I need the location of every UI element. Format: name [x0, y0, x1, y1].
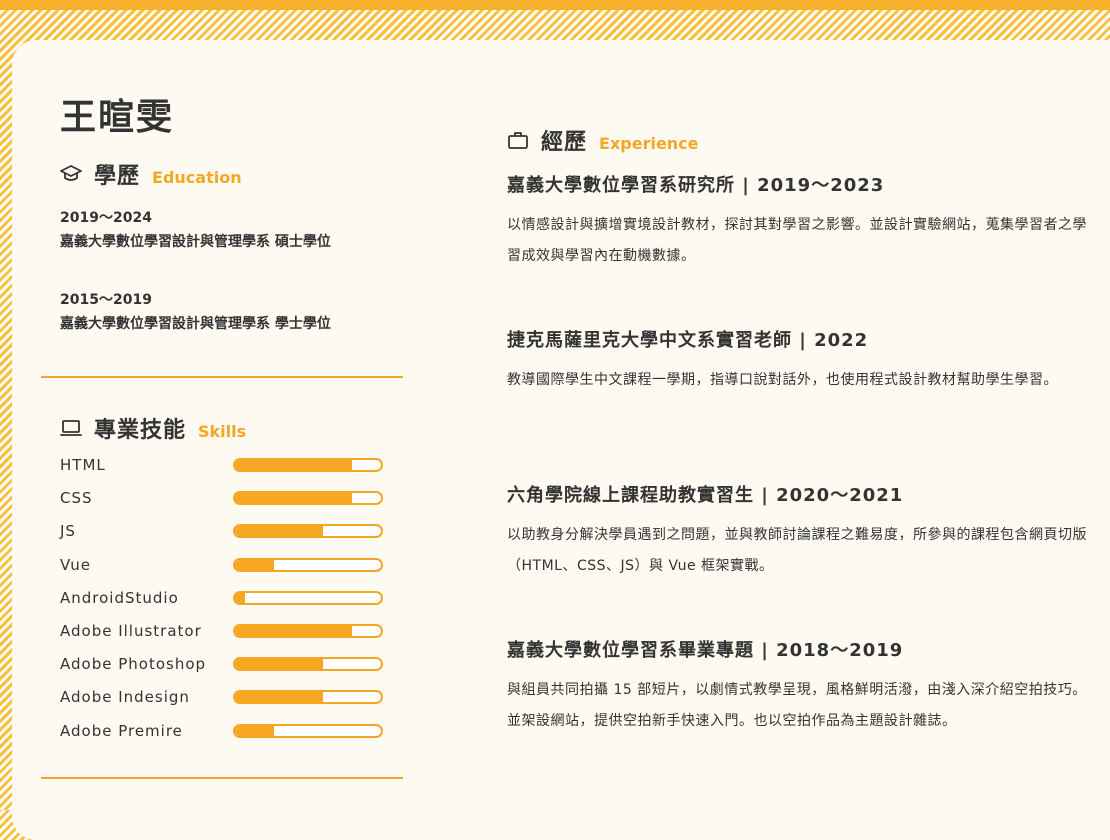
skill-row: Adobe Indesign	[60, 686, 390, 719]
experience-description: 以助教身分解決學員遇到之問題，並與教師討論課程之難易度，所參與的課程包含網頁切版…	[507, 527, 1087, 574]
skill-name: Adobe Indesign	[60, 688, 190, 707]
skill-bar-fill	[235, 725, 275, 736]
graduation-cap-icon	[60, 164, 82, 184]
skill-row: Vue	[60, 554, 390, 587]
skill-bar-fill	[235, 692, 323, 703]
skill-row: Adobe Illustrator	[60, 620, 390, 653]
education-years: 2019～2024	[60, 210, 152, 226]
laptop-icon	[60, 418, 82, 438]
experience-subtitle: Experience	[599, 133, 699, 153]
skill-name: Adobe Illustrator	[60, 621, 202, 640]
skill-bar-fill	[235, 526, 323, 537]
skill-row: Adobe Photoshop	[60, 653, 390, 686]
skill-bar-fill	[235, 460, 352, 470]
experience-item: 嘉義大學數位學習系畢業專題 | 2018～2019 與組員共同拍攝 15 部短片…	[507, 637, 1087, 792]
education-school: 嘉義大學數位學習設計與管理學系 學士學位	[60, 316, 331, 332]
skill-bar	[233, 524, 383, 539]
skill-bar-fill	[235, 592, 246, 603]
education-heading: 學歷 Education	[60, 158, 242, 190]
experience-item: 嘉義大學數位學習系研究所 | 2019～2023 以情感設計與擴增實境設計教材，…	[507, 172, 1087, 327]
skill-bar-fill	[235, 493, 352, 504]
experience-title-line: 六角學院線上課程助教實習生 | 2020～2021	[507, 485, 904, 506]
skill-name: HTML	[60, 456, 106, 474]
skill-name: AndroidStudio	[60, 588, 179, 607]
skill-bar	[233, 557, 383, 572]
skill-bar	[233, 690, 383, 705]
education-item: 2015～2019 嘉義大學數位學習設計與管理學系 學士學位	[60, 288, 420, 336]
skill-bar	[233, 491, 383, 506]
education-title: 學歷	[94, 164, 141, 189]
skill-bar-fill	[235, 625, 352, 636]
skills-heading: 專業技能 Skills	[60, 412, 246, 444]
top-accent-bar	[0, 0, 1110, 10]
experience-description: 以情感設計與擴增實境設計教材，探討其對學習之影響。並設計實驗網站，蒐集學習者之學…	[507, 217, 1087, 264]
briefcase-icon	[507, 130, 529, 150]
skill-row: Adobe Premire	[60, 720, 390, 753]
experience-list: 嘉義大學數位學習系研究所 | 2019～2023 以情感設計與擴增實境設計教材，…	[507, 172, 1087, 792]
skills-divider	[41, 777, 403, 779]
experience-heading: 經歷 Experience	[507, 124, 699, 156]
experience-title-line: 捷克馬薩里克大學中文系實習老師 | 2022	[507, 330, 869, 351]
skills-title: 專業技能	[94, 418, 187, 443]
skill-name: Vue	[60, 555, 91, 574]
education-list: 2019～2024 嘉義大學數位學習設計與管理學系 碩士學位 2015～2019…	[60, 206, 420, 370]
skill-bar	[233, 590, 383, 605]
experience-description: 教導國際學生中文課程一學期，指導口說對話外，也使用程式設計教材幫助學生學習。	[507, 372, 1058, 388]
skill-name: Adobe Photoshop	[60, 655, 207, 674]
experience-description: 與組員共同拍攝 15 部短片，以劇情式教學呈現，風格鮮明活潑，由淺入深介紹空拍技…	[507, 682, 1087, 729]
resume-card: 王暄雯 學歷 Education 2019～2024 嘉義大學數位學習設計與管理…	[12, 40, 1110, 840]
skill-row: AndroidStudio	[60, 587, 390, 620]
skills-list: HTML CSS JS Vue AndroidStudio Adobe Illu…	[60, 454, 390, 753]
education-subtitle: Education	[152, 167, 242, 187]
experience-title-line: 嘉義大學數位學習系研究所 | 2019～2023	[507, 175, 885, 196]
education-divider	[41, 376, 403, 378]
skill-bar	[233, 623, 383, 638]
education-item: 2019～2024 嘉義大學數位學習設計與管理學系 碩士學位	[60, 206, 420, 254]
experience-title: 經歷	[541, 130, 588, 155]
experience-item: 捷克馬薩里克大學中文系實習老師 | 2022 教導國際學生中文課程一學期，指導口…	[507, 327, 1087, 482]
skills-subtitle: Skills	[198, 421, 247, 441]
person-name: 王暄雯	[60, 97, 175, 138]
experience-title-line: 嘉義大學數位學習系畢業專題 | 2018～2019	[507, 640, 904, 661]
skill-row: HTML	[60, 454, 390, 487]
education-years: 2015～2019	[60, 292, 152, 308]
skill-bar	[233, 458, 383, 472]
skill-name: Adobe Premire	[60, 721, 183, 740]
skill-name: JS	[60, 522, 76, 541]
experience-item: 六角學院線上課程助教實習生 | 2020～2021 以助教身分解決學員遇到之問題…	[507, 482, 1087, 637]
education-school: 嘉義大學數位學習設計與管理學系 碩士學位	[60, 234, 331, 250]
skill-bar	[233, 723, 383, 738]
skill-row: CSS	[60, 487, 390, 520]
skill-row: JS	[60, 520, 390, 553]
skill-bar-fill	[235, 659, 323, 670]
skill-name: CSS	[60, 489, 93, 508]
skill-bar	[233, 657, 383, 672]
skill-bar-fill	[235, 559, 275, 570]
